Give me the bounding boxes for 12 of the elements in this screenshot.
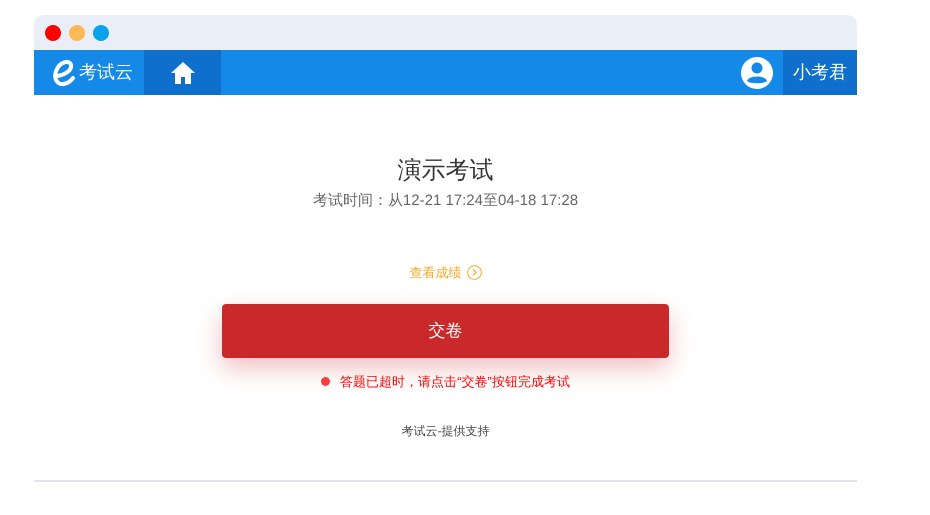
chevron-icon [466, 264, 482, 280]
brand-name: 考试云 [79, 61, 133, 84]
avatar-icon[interactable] [741, 56, 773, 88]
submit-button[interactable]: 交卷 [222, 304, 669, 358]
exam-title: 演示考试 [398, 156, 494, 186]
timeout-warning: 答题已超时，请点击“交卷”按钮完成考试 [340, 373, 570, 391]
user-menu[interactable]: 小考君 [783, 50, 857, 95]
footer-text: 考试云-提供支持 [402, 422, 490, 440]
home-icon [170, 60, 196, 84]
home-button[interactable] [144, 50, 221, 95]
logo-icon [52, 58, 76, 86]
exam-time: 考试时间：从12-21 17:24至04-18 17:28 [312, 191, 578, 211]
